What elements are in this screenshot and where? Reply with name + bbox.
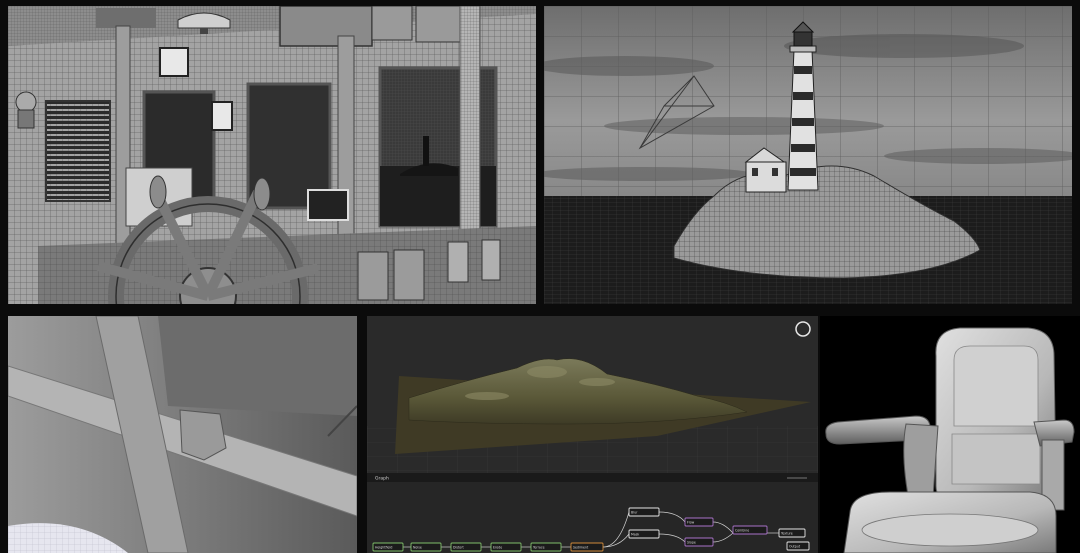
- ceiling-beam-panel: [8, 316, 357, 553]
- graph-node-label: Slope: [687, 540, 696, 544]
- graph-node-label: Mask: [631, 532, 639, 536]
- graph-node-n8[interactable]: Mask: [628, 529, 660, 539]
- ceiling-beam-image: [8, 316, 357, 553]
- wheelhouse-wireframe-panel: [8, 6, 536, 304]
- graph-node-n1[interactable]: Heightfield: [372, 542, 404, 552]
- graph-node-n2[interactable]: Noise: [410, 542, 442, 552]
- graph-node-label: Sediment: [573, 545, 589, 549]
- graph-node-n5[interactable]: Terrace: [530, 542, 562, 552]
- wheelhouse-wireframe-image: [8, 6, 536, 304]
- graph-node-n11[interactable]: Combine: [732, 525, 768, 535]
- graph-node-label: Output: [789, 544, 801, 548]
- graph-node-n4[interactable]: Erode: [490, 542, 522, 552]
- graph-node-label: Erode: [493, 545, 502, 549]
- lighthouse-wireframe-image: [544, 6, 1072, 304]
- graph-node-label: Heightfield: [375, 545, 392, 549]
- graph-node-label: Distort: [453, 545, 465, 549]
- captain-chair-image: [825, 327, 1075, 553]
- graph-node-n13[interactable]: Output: [786, 541, 810, 551]
- graph-node-n7[interactable]: Blur: [628, 507, 660, 517]
- graph-tab-label[interactable]: Graph: [375, 476, 389, 482]
- lighthouse-wireframe-panel: [544, 6, 1072, 304]
- graph-node-n10[interactable]: Slope: [684, 537, 714, 547]
- graph-node-label: Combine: [735, 528, 749, 532]
- graph-node-n3[interactable]: Distort: [450, 542, 482, 552]
- graph-node-n9[interactable]: Flow: [684, 517, 714, 527]
- chair-render-panel: [820, 316, 1080, 553]
- graph-node-label: Blur: [631, 510, 638, 514]
- graph-node-label: Flow: [687, 520, 695, 524]
- graph-node-label: Terrace: [532, 545, 545, 549]
- graph-node-n6[interactable]: Sediment: [570, 542, 604, 552]
- terrain-editor-panel: Graph Heightfield Noise Distort Erode Terrac…: [367, 316, 818, 553]
- terrain-editor-viewport: Graph Heightfield Noise Distort Erode Terrac…: [367, 316, 818, 553]
- graph-node-label: Noise: [413, 545, 422, 549]
- graph-node-label: Texture: [780, 531, 793, 535]
- graph-node-n12[interactable]: Texture: [778, 528, 806, 538]
